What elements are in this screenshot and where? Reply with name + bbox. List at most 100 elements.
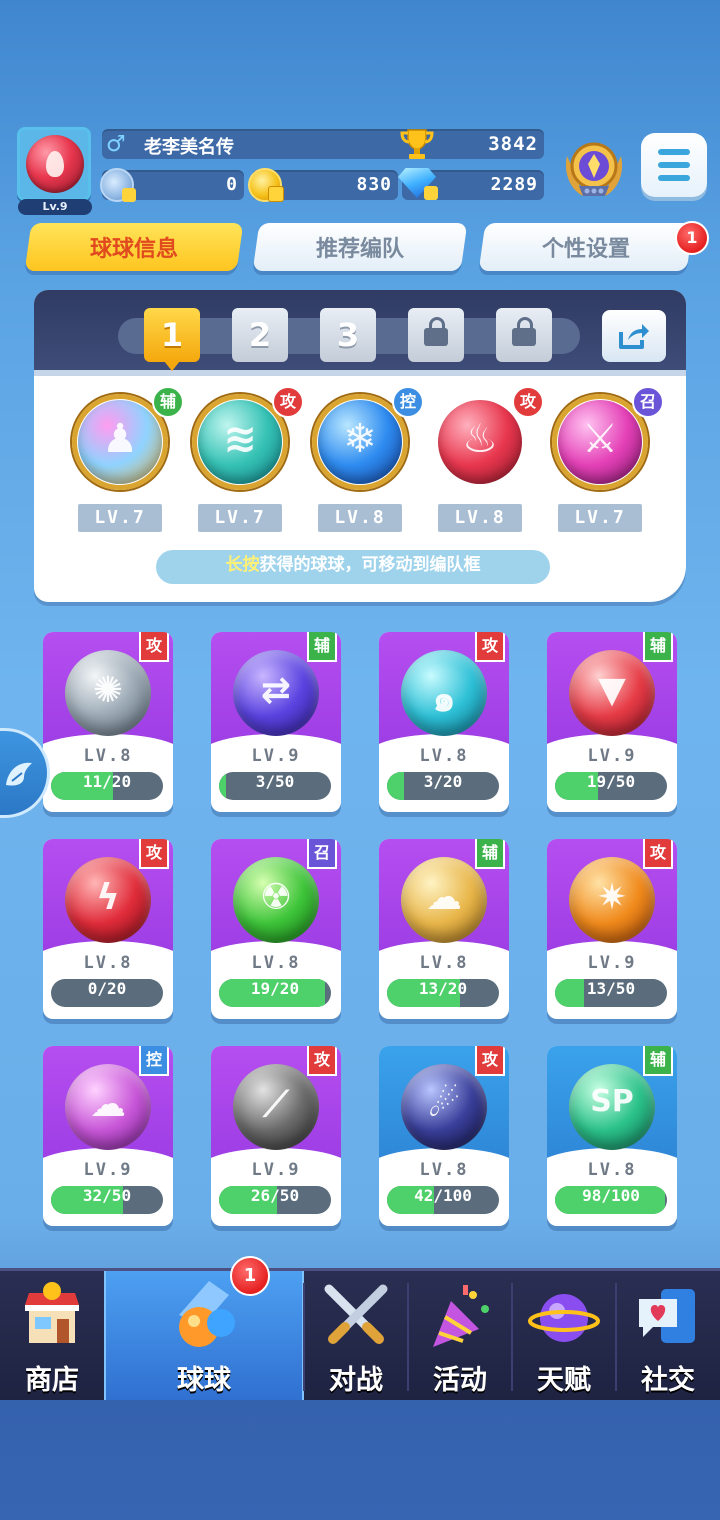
upgrade-progress-bar: 42/100 (387, 1186, 499, 1214)
shop-icon (15, 1281, 89, 1355)
role-badge: 攻 (272, 386, 304, 418)
ball-symbol: ❄ (343, 416, 377, 462)
nav-item-party-popper[interactable]: 活动 (408, 1271, 512, 1403)
team-slot-locked[interactable] (496, 308, 552, 362)
hint-highlight: 长按 (225, 555, 260, 575)
share-button[interactable] (602, 310, 666, 362)
role-tag: 辅 (643, 632, 673, 662)
drag-hint: 长按获得的球球，可移动到编队框 (156, 550, 550, 584)
upgrade-progress-bar: 13/20 (387, 979, 499, 1007)
ball-level-tag: LV.8 (318, 504, 402, 532)
male-gender-icon: ♂ (106, 132, 126, 157)
ball-card[interactable]: SP 辅 LV.8 98/100 (547, 1046, 677, 1226)
share-icon (619, 324, 649, 349)
upgrade-progress-bar: 3/50 (219, 772, 331, 800)
nav-label: 对战 (329, 1365, 383, 1396)
ball-info-screen: Lv.9 老李美名传 3842 ♂ 0 830 2289 球球信息 推荐编队 个… (0, 0, 720, 1520)
nav-label: 活动 (433, 1365, 487, 1396)
team-slot-2[interactable]: 2 (232, 308, 288, 362)
menu-button[interactable] (641, 133, 707, 197)
lock-icon (512, 317, 536, 346)
card-level: LV.8 (587, 1160, 637, 1180)
ball-symbol: ๑ (432, 679, 456, 720)
card-level: LV.9 (587, 746, 637, 766)
role-tag: 辅 (475, 839, 505, 869)
card-level: LV.8 (83, 953, 133, 973)
lightning-ball-icon: ϟ (65, 857, 151, 943)
tab-ball-info[interactable]: 球球信息 (24, 223, 244, 271)
radiation-ball-icon: ☢ (233, 857, 319, 943)
player-avatar[interactable] (17, 127, 91, 201)
ball-card[interactable]: ☁ 辅 LV.8 13/20 (379, 839, 509, 1019)
ball-card[interactable]: ▼ 辅 LV.9 19/50 (547, 632, 677, 812)
player-name: 老李美名传 (144, 137, 234, 158)
ball-card[interactable]: ☢ 召 LV.8 19/20 (211, 839, 341, 1019)
nav-item-crossed-swords[interactable]: 对战 (304, 1271, 408, 1403)
chat-heart-icon (631, 1281, 705, 1355)
progress-text: 98/100 (582, 1186, 640, 1205)
ball-card[interactable]: ☄ 攻 LV.8 42/100 (379, 1046, 509, 1226)
card-level: LV.9 (251, 1160, 301, 1180)
fangs-ball-icon: ▼ (569, 650, 655, 736)
nav-item-planet[interactable]: 天赋 (512, 1271, 616, 1403)
nav-label: 社交 (641, 1365, 695, 1396)
role-badge: 攻 (512, 386, 544, 418)
ball-symbol: ☄ (427, 1084, 461, 1125)
role-tag: 攻 (307, 1046, 337, 1076)
upgrade-progress-bar: 0/20 (51, 979, 163, 1007)
role-tag: 辅 (643, 1046, 673, 1076)
tab-personal-settings[interactable]: 个性设置 (478, 223, 694, 271)
player-name-bar[interactable]: 老李美名传 3842 (102, 129, 544, 159)
role-badge: 辅 (152, 386, 184, 418)
nav-label: 商店 (25, 1365, 79, 1396)
progress-text: 26/50 (250, 1186, 300, 1205)
nav-item-balls[interactable]: 球球 (104, 1271, 304, 1403)
energy-plus-icon[interactable] (100, 168, 136, 202)
ball-card[interactable]: ϟ 攻 LV.8 0/20 (43, 839, 173, 1019)
ball-card[interactable]: ⟋ 攻 LV.9 26/50 (211, 1046, 341, 1226)
team-panel: 123 ♟ 辅 LV.7 ≋ 攻 LV.7 ❄ 控 LV.8 ♨ 攻 LV.8 ⚔ 召 LV.7 长按获得的… (34, 290, 686, 602)
gold-coin-plus-icon[interactable] (248, 168, 284, 202)
crossed-swords-icon (319, 1281, 393, 1355)
progress-text: 11/20 (82, 772, 132, 791)
ball-card[interactable]: ๑攻 LV.8 3/20 (379, 632, 509, 812)
team-slot-locked[interactable] (408, 308, 464, 362)
nav-label: 天赋 (537, 1365, 591, 1396)
nav-label: 球球 (177, 1365, 231, 1396)
ball-card[interactable]: ☁ 控 LV.9 32/50 (43, 1046, 173, 1226)
rank-badge-icon[interactable] (561, 134, 627, 204)
fire-ball-avatar-icon (26, 135, 84, 193)
nav-item-chat-heart[interactable]: 社交 (616, 1271, 720, 1403)
ball-symbol: ♨ (462, 416, 498, 462)
upgrade-progress-bar: 11/20 (51, 772, 163, 800)
hint-text: 获得的球球，可移动到编队框 (259, 555, 481, 575)
tab-recommended-team[interactable]: 推荐编队 (252, 223, 468, 271)
ball-level-tag: LV.7 (198, 504, 282, 532)
trophy-count: 3842 (488, 133, 538, 155)
nav-item-shop[interactable]: 商店 (0, 1271, 104, 1403)
card-level: LV.8 (419, 953, 469, 973)
ball-symbol: ♟ (102, 416, 138, 462)
nav-divider (407, 1283, 409, 1391)
role-tag: 辅 (307, 632, 337, 662)
staff-ball-icon: ✷ (569, 857, 655, 943)
ball-card[interactable]: ⇄ 辅 LV.9 3/50 (211, 632, 341, 812)
ball-symbol: ✺ (92, 670, 124, 711)
ball-symbol: ✷ (596, 877, 628, 918)
team-slot-3[interactable]: 3 (320, 308, 376, 362)
balls-notification-badge: 1 (230, 1256, 270, 1296)
role-tag: 控 (139, 1046, 169, 1076)
scythe-ball-icon: ⟋ (233, 1064, 319, 1150)
ball-symbol: ϟ (96, 877, 120, 918)
ball-symbol: ☢ (259, 877, 293, 918)
ball-symbol: ⚔ (582, 416, 618, 462)
role-tag: 攻 (475, 1046, 505, 1076)
card-level: LV.8 (419, 746, 469, 766)
ball-symbol: ≋ (223, 416, 257, 462)
ball-card[interactable]: ✷ 攻 LV.9 13/50 (547, 839, 677, 1019)
gem-plus-icon[interactable] (424, 186, 438, 200)
ball-level-tag: LV.8 (438, 504, 522, 532)
ball-card[interactable]: ✺ 攻 LV.8 11/20 (43, 632, 173, 812)
nav-divider (615, 1283, 617, 1391)
team-slot-1[interactable]: 1 (144, 308, 200, 371)
